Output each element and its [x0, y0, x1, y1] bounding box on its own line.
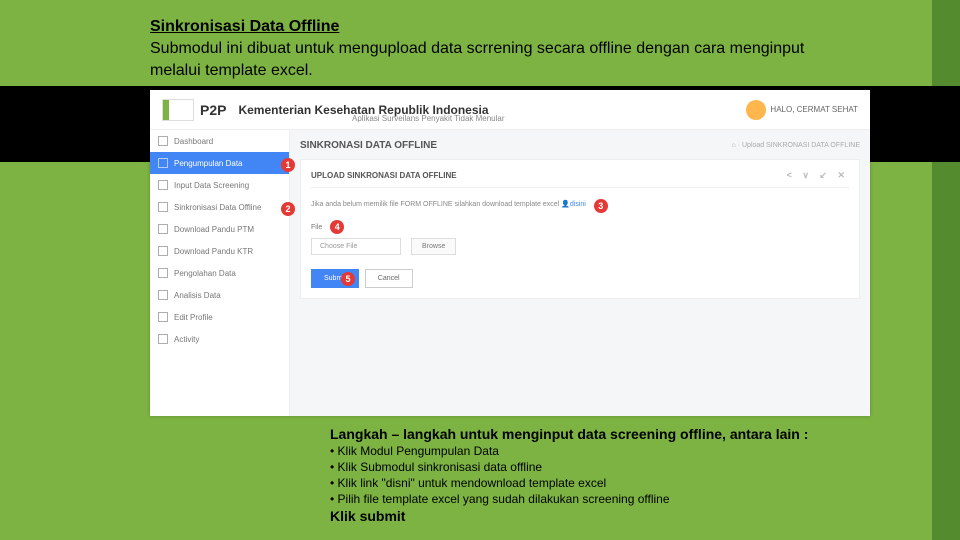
download-template-link[interactable]: disini	[570, 201, 586, 208]
steps-lead: Langkah – langkah untuk menginput data s…	[330, 426, 890, 442]
page-title: SINKRONASI DATA OFFLINE	[300, 140, 437, 151]
sidebar-item-label: Input Data Screening	[174, 181, 249, 190]
file-label: File	[311, 224, 322, 231]
sidebar-item-download-ktr[interactable]: Download Pandu KTR	[150, 240, 289, 262]
page-title-row: SINKRONASI DATA OFFLINE ⌂ · Upload SINKR…	[300, 140, 860, 151]
app-subtitle: Aplikasi Surveilans Penyakit Tidak Menul…	[352, 114, 505, 123]
marker-4: 4	[330, 220, 344, 234]
chart-icon	[158, 290, 168, 300]
sidebar-item-sinkronisasi[interactable]: Sinkronisasi Data Offline 2	[150, 196, 289, 218]
sidebar-item-label: Sinkronisasi Data Offline	[174, 203, 261, 212]
sidebar-item-input[interactable]: Input Data Screening	[150, 174, 289, 196]
step-1: • Klik Modul Pengumpulan Data	[330, 444, 890, 458]
sidebar-item-pengumpulan[interactable]: Pengumpulan Data 1	[150, 152, 289, 174]
input-icon	[158, 180, 168, 190]
step-4: • Pilih file template excel yang sudah d…	[330, 492, 890, 506]
sidebar-item-download-ptm[interactable]: Download Pandu PTM	[150, 218, 289, 240]
sidebar-item-label: Edit Profile	[174, 313, 213, 322]
user-block[interactable]: HALO, CERMAT SEHAT	[746, 100, 858, 120]
sidebar-item-label: Pengumpulan Data	[174, 159, 243, 168]
card-title: UPLOAD SINKRONASI DATA OFFLINE	[311, 171, 457, 180]
avatar-icon	[746, 100, 766, 120]
sidebar-item-label: Analisis Data	[174, 291, 221, 300]
sidebar-item-pengolahan[interactable]: Pengolahan Data	[150, 262, 289, 284]
sidebar-item-dashboard[interactable]: Dashboard	[150, 130, 289, 152]
sidebar-item-analisis[interactable]: Analisis Data	[150, 284, 289, 306]
sidebar-item-label: Activity	[174, 335, 199, 344]
accent-bar	[932, 0, 960, 540]
card-tools[interactable]: < ∨ ↙ ✕	[787, 170, 849, 181]
download-icon	[158, 224, 168, 234]
steps-last: Klik submit	[330, 508, 890, 524]
sidebar: Dashboard Pengumpulan Data 1 Input Data …	[150, 130, 290, 416]
marker-1: 1	[281, 158, 295, 172]
sidebar-item-profile[interactable]: Edit Profile	[150, 306, 289, 328]
user-greeting: HALO, CERMAT SEHAT	[770, 105, 858, 114]
marker-5: 5	[341, 272, 355, 286]
heading-title: Sinkronisasi Data Offline	[150, 18, 850, 36]
slide-heading: Sinkronisasi Data Offline Submodul ini d…	[150, 18, 850, 81]
step-3: • Klik link "disni" untuk mendownload te…	[330, 476, 890, 490]
sidebar-item-label: Download Pandu PTM	[174, 225, 254, 234]
sync-icon	[158, 202, 168, 212]
logo-icon	[162, 99, 194, 121]
screenshot: P2P Kementerian Kesehatan Republik Indon…	[150, 90, 870, 416]
note-text: Jika anda belum memilik file FORM OFFLIN…	[311, 201, 561, 208]
home-icon[interactable]: ⌂	[732, 142, 736, 149]
sidebar-item-label: Download Pandu KTR	[174, 247, 253, 256]
template-note: Jika anda belum memilik file FORM OFFLIN…	[311, 196, 849, 210]
activity-icon	[158, 334, 168, 344]
upload-card: UPLOAD SINKRONASI DATA OFFLINE < ∨ ↙ ✕ J…	[300, 159, 860, 299]
app-topbar: P2P Kementerian Kesehatan Republik Indon…	[150, 90, 870, 130]
dashboard-icon	[158, 136, 168, 146]
collect-icon	[158, 158, 168, 168]
file-label-row: File 4	[311, 220, 849, 234]
file-row: Choose File Browse	[311, 238, 849, 255]
main-area: SINKRONASI DATA OFFLINE ⌂ · Upload SINKR…	[290, 130, 870, 416]
browse-button[interactable]: Browse	[411, 238, 456, 255]
steps-block: Langkah – langkah untuk menginput data s…	[330, 426, 890, 524]
marker-2: 2	[281, 202, 295, 216]
process-icon	[158, 268, 168, 278]
sidebar-item-activity[interactable]: Activity	[150, 328, 289, 350]
cancel-button[interactable]: Cancel	[365, 269, 413, 288]
download-icon	[158, 246, 168, 256]
breadcrumb-text: Upload SINKRONASI DATA OFFLINE	[742, 142, 860, 149]
breadcrumb: ⌂ · Upload SINKRONASI DATA OFFLINE	[732, 142, 860, 149]
file-input[interactable]: Choose File	[311, 238, 401, 255]
card-header: UPLOAD SINKRONASI DATA OFFLINE < ∨ ↙ ✕	[311, 170, 849, 188]
edit-icon	[158, 312, 168, 322]
marker-3: 3	[594, 199, 608, 213]
brand: P2P	[200, 102, 226, 118]
sidebar-item-label: Pengolahan Data	[174, 269, 236, 278]
sidebar-item-label: Dashboard	[174, 137, 213, 146]
heading-desc: Submodul ini dibuat untuk mengupload dat…	[150, 38, 850, 81]
step-2: • Klik Submodul sinkronisasi data offlin…	[330, 460, 890, 474]
button-row: Submit Cancel	[311, 269, 849, 288]
